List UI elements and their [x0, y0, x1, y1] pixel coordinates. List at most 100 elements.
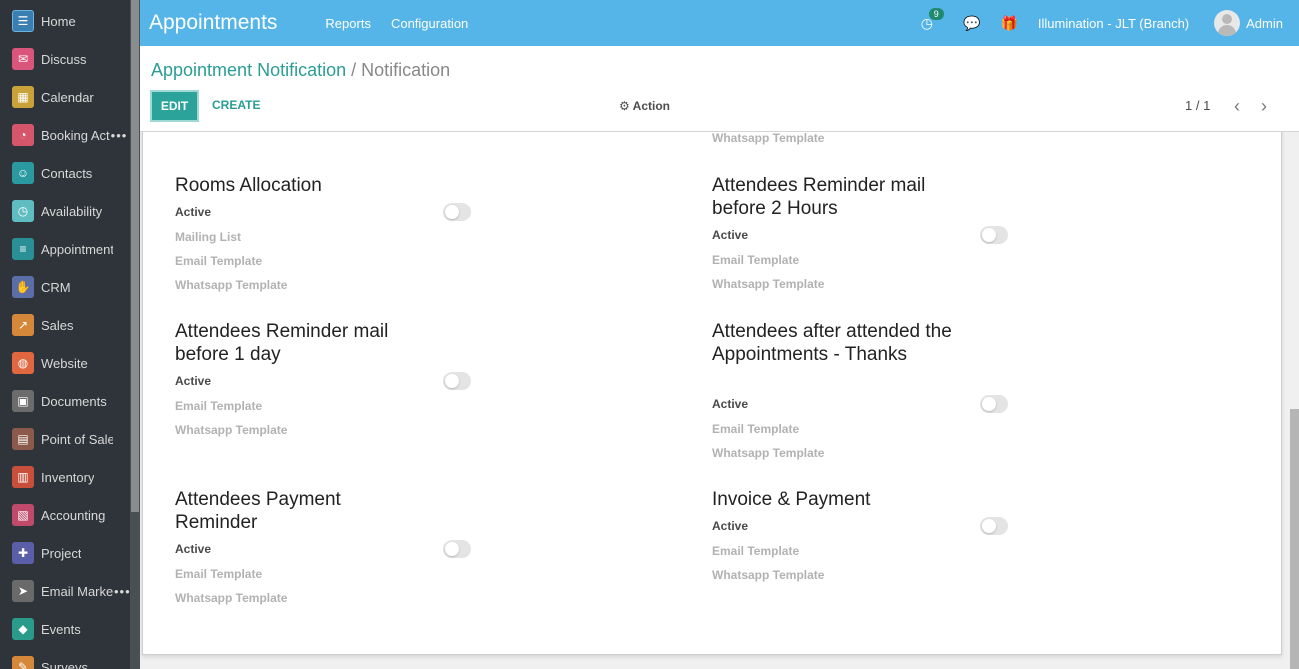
sidebar-item-sales[interactable]: ↗ Sales — [0, 306, 140, 344]
sidebar-item-label: Surveys — [41, 659, 88, 669]
breadcrumb-separator: / — [351, 60, 357, 80]
sidebar-item-label: Discuss — [41, 51, 87, 67]
sidebar-item-label: Point of Sale — [41, 431, 113, 447]
field-label-active: Active — [712, 519, 749, 533]
pager-value[interactable]: 1 / 1 — [1185, 98, 1210, 113]
sidebar-item-pos[interactable]: ▤ Point of Sale — [0, 420, 140, 458]
website-icon: ◍ — [12, 352, 34, 374]
availability-icon: ◷ — [12, 200, 34, 222]
avatar — [1214, 10, 1241, 36]
sidebar-item-label: Calendar — [41, 89, 94, 105]
create-button[interactable]: CREATE — [212, 98, 260, 112]
gift-icon[interactable]: 🎁 — [1000, 15, 1017, 32]
sidebar-item-email-marketing[interactable]: ➤ Email Marke ••• — [0, 572, 140, 610]
chevron-right-icon[interactable]: › — [1261, 96, 1267, 117]
active-toggle[interactable] — [980, 517, 1008, 535]
field-label-whatsapp-template: Whatsapp Template — [175, 591, 288, 605]
sidebar-item-contacts[interactable]: ☺ Contacts — [0, 154, 140, 192]
field-label-active: Active — [712, 228, 749, 242]
sidebar-item-booking[interactable]: ◔ Booking Act ••• — [0, 116, 140, 154]
chat-icon[interactable]: 💬 — [963, 15, 980, 32]
field-label-whatsapp-template: Whatsapp Template — [175, 423, 288, 437]
sidebar-item-label: Home — [41, 13, 76, 29]
app-menu: ☰ Home ✉ Discuss ▦ Calendar ◔ Booking Act •••… — [0, 0, 140, 669]
sidebar-item-website[interactable]: ◍ Website — [0, 344, 140, 382]
user-menu[interactable]: Admin — [1214, 10, 1283, 36]
activity-count-badge: 9 — [928, 7, 944, 20]
truncation-ellipsis: ••• — [114, 583, 131, 599]
events-icon: ◆ — [12, 618, 34, 640]
home-icon: ☰ — [12, 10, 34, 32]
sidebar-item-calendar[interactable]: ▦ Calendar — [0, 78, 140, 116]
form-sheet: Whatsapp Template Rooms Allocation Activ… — [142, 132, 1282, 655]
sidebar-item-label: Inventory — [41, 469, 95, 485]
edit-button[interactable]: EDIT — [150, 90, 199, 122]
sidebar-item-label: Website — [41, 355, 88, 371]
active-toggle[interactable] — [443, 372, 471, 390]
sidebar-item-label: Documents — [41, 393, 107, 409]
breadcrumb-current: Notification — [361, 60, 451, 80]
user-name: Admin — [1246, 15, 1283, 31]
sidebar-item-appointments[interactable]: ≡ Appointments — [0, 230, 140, 268]
field-label-email-template: Email Template — [712, 544, 800, 558]
gear-icon: ⚙ — [619, 99, 630, 113]
crm-icon: ✋ — [12, 276, 34, 298]
field-label-whatsapp-template: Whatsapp Template — [712, 568, 825, 582]
breadcrumb-parent-link[interactable]: Appointment Notification — [151, 60, 346, 80]
field-label-email-template: Email Template — [175, 254, 263, 268]
sidebar-item-surveys[interactable]: ✎ Surveys — [0, 648, 140, 669]
sidebar-item-label: Project — [41, 545, 82, 561]
field-label-email-template: Email Template — [175, 567, 263, 581]
action-dropdown[interactable]: ⚙ Action — [619, 99, 670, 113]
sidebar-item-label: Email Marke — [41, 583, 113, 599]
accounting-icon: ▧ — [12, 504, 34, 526]
active-toggle[interactable] — [980, 226, 1008, 244]
menu-configuration[interactable]: Configuration — [391, 16, 468, 31]
sidebar-item-events[interactable]: ◆ Events — [0, 610, 140, 648]
active-toggle[interactable] — [980, 395, 1008, 413]
sidebar-item-label: CRM — [41, 279, 71, 295]
sidebar-item-discuss[interactable]: ✉ Discuss — [0, 40, 140, 78]
surveys-icon: ✎ — [12, 656, 34, 669]
section-title: Rooms Allocation — [175, 175, 322, 196]
active-toggle[interactable] — [443, 540, 471, 558]
section-title: Invoice & Payment — [712, 489, 871, 510]
sidebar-item-inventory[interactable]: ▥ Inventory — [0, 458, 140, 496]
form-view: Whatsapp Template Rooms Allocation Activ… — [140, 132, 1289, 669]
top-navbar: Appointments Reports Configuration ◷ 9 💬… — [140, 0, 1299, 46]
inventory-icon: ▥ — [12, 466, 34, 488]
sidebar-item-label: Events — [41, 621, 81, 637]
field-label-active: Active — [175, 205, 212, 219]
field-label-active: Active — [175, 542, 212, 556]
field-label-active: Active — [175, 374, 212, 388]
sidebar-item-documents[interactable]: ▣ Documents — [0, 382, 140, 420]
field-label-mailing-list: Mailing List — [175, 230, 241, 244]
appointments-icon: ≡ — [12, 238, 34, 260]
project-icon: ✚ — [12, 542, 34, 564]
section-title: Attendees Reminder mail before 2 Hours — [712, 175, 926, 219]
active-toggle[interactable] — [443, 203, 471, 221]
field-label-whatsapp-template: Whatsapp Template — [175, 278, 288, 292]
main-scrollbar-thumb[interactable] — [1290, 409, 1299, 669]
app-title[interactable]: Appointments — [149, 11, 277, 35]
field-label-whatsapp-template: Whatsapp Template — [712, 132, 825, 145]
sidebar-item-accounting[interactable]: ▧ Accounting — [0, 496, 140, 534]
section-title: Attendees Payment Reminder — [175, 489, 341, 533]
sidebar-item-label: Accounting — [41, 507, 106, 523]
activity-button[interactable]: ◷ 9 — [921, 7, 944, 32]
app-sidebar: ☰ Home ✉ Discuss ▦ Calendar ◔ Booking Act •••… — [0, 0, 140, 669]
sidebar-item-crm[interactable]: ✋ CRM — [0, 268, 140, 306]
sidebar-item-availability[interactable]: ◷ Availability — [0, 192, 140, 230]
action-label: Action — [632, 99, 670, 113]
sidebar-item-label: Contacts — [41, 165, 93, 181]
sidebar-item-label: Booking Act — [41, 127, 110, 143]
sidebar-item-project[interactable]: ✚ Project — [0, 534, 140, 572]
menu-reports[interactable]: Reports — [325, 16, 371, 31]
company-switcher[interactable]: Illumination - JLT (Branch) — [1038, 16, 1189, 31]
sidebar-scrollbar-thumb[interactable] — [131, 0, 139, 512]
sidebar-item-home[interactable]: ☰ Home — [0, 2, 140, 40]
chevron-left-icon[interactable]: ‹ — [1234, 96, 1240, 117]
documents-icon: ▣ — [12, 390, 34, 412]
section-title: Attendees Reminder mail before 1 day — [175, 321, 389, 365]
field-label-whatsapp-template: Whatsapp Template — [712, 446, 825, 460]
